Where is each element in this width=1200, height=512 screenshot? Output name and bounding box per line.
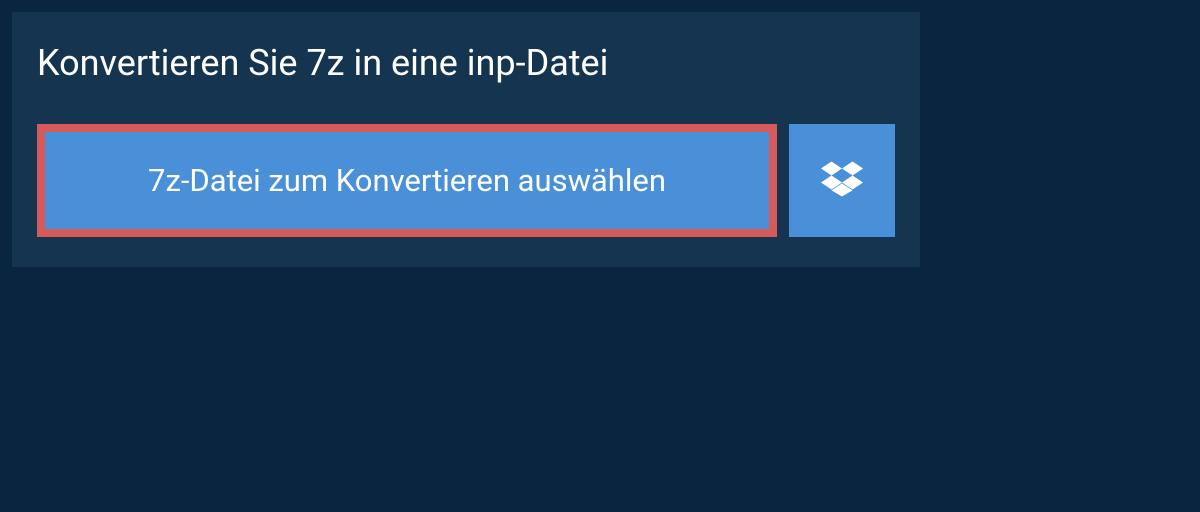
button-row: 7z-Datei zum Konvertieren auswählen	[12, 124, 920, 237]
converter-panel: Konvertieren Sie 7z in eine inp-Datei 7z…	[12, 12, 920, 267]
select-file-button[interactable]: 7z-Datei zum Konvertieren auswählen	[37, 124, 777, 237]
dropbox-icon	[821, 158, 863, 203]
dropbox-button[interactable]	[789, 124, 895, 237]
page-title: Konvertieren Sie 7z in eine inp-Datei	[12, 12, 920, 114]
